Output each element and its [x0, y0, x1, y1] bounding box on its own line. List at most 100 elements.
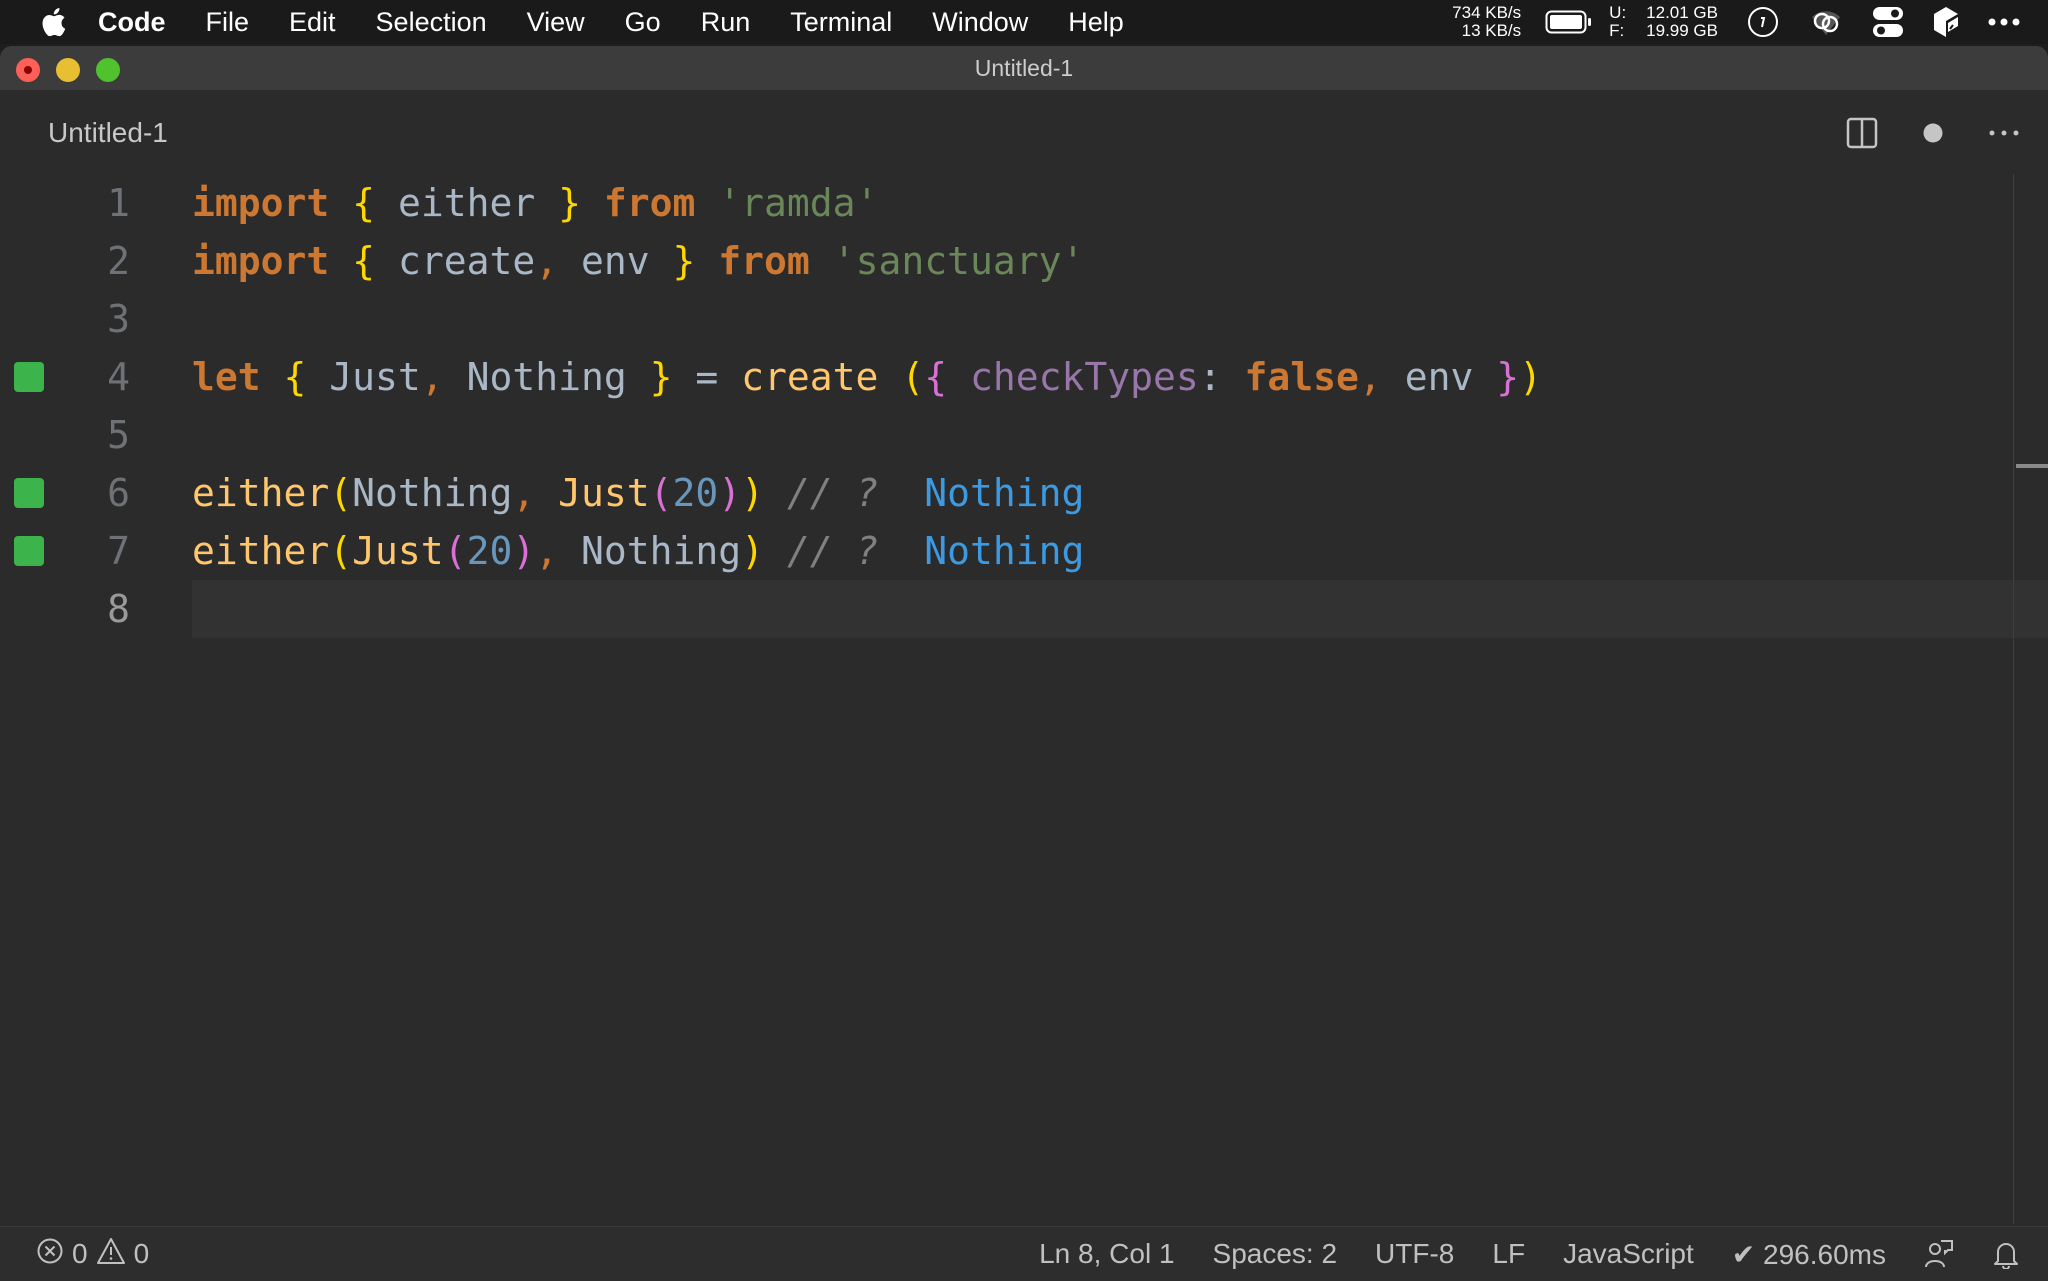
app-extension-icon[interactable] — [1932, 6, 1960, 38]
encoding-setting[interactable]: UTF-8 — [1375, 1238, 1454, 1270]
menu-selection[interactable]: Selection — [376, 7, 487, 38]
error-icon — [36, 1237, 64, 1272]
code-token: either — [192, 529, 330, 573]
code-token: Just — [306, 355, 421, 399]
code-token: } — [672, 239, 696, 283]
code-token: ) — [741, 471, 765, 515]
wifi-link-icon[interactable] — [1808, 7, 1844, 37]
disk-free-label: F: — [1609, 21, 1625, 40]
code-line[interactable]: 8 — [0, 580, 2048, 638]
code-line[interactable]: 3 — [0, 290, 2048, 348]
feedback-icon[interactable] — [1924, 1239, 1954, 1269]
zoom-window-button[interactable] — [96, 58, 120, 82]
menu-edit[interactable]: Edit — [289, 7, 336, 38]
code-editor[interactable]: 1 import { either } from 'ramda' 2 import {… — [0, 174, 2048, 1224]
comment-token: // ? — [786, 471, 879, 515]
menu-view[interactable]: View — [527, 7, 585, 38]
line-code: either(Nothing, Just(20)) // ? Nothing — [192, 471, 1084, 515]
code-token: , — [535, 529, 559, 573]
code-token: Just — [558, 471, 650, 515]
notifications-bell-icon[interactable] — [1992, 1239, 2020, 1269]
warning-icon — [96, 1237, 126, 1272]
coverage-marker-icon[interactable] — [14, 362, 44, 392]
menu-terminal[interactable]: Terminal — [790, 7, 892, 38]
coverage-marker-icon[interactable] — [14, 478, 44, 508]
split-editor-button[interactable] — [1846, 117, 1878, 149]
code-line[interactable]: 6 either(Nothing, Just(20)) // ? Nothing — [0, 464, 2048, 522]
code-token: ( — [443, 529, 467, 573]
editor-tab-bar: Untitled-1 — [0, 90, 2048, 176]
code-token: create — [375, 239, 536, 283]
line-number: 4 — [107, 355, 130, 399]
line-code: import { either } from 'ramda' — [192, 181, 878, 225]
tab-untitled-1[interactable]: Untitled-1 — [48, 117, 168, 149]
code-token: Nothing — [352, 471, 513, 515]
code-token: ( — [329, 471, 353, 515]
menu-file[interactable]: File — [206, 7, 250, 38]
disk-usage-widget[interactable]: U: F: 12.01 GB 19.99 GB — [1609, 4, 1718, 40]
code-token: env — [1381, 355, 1497, 399]
code-token: import — [192, 239, 330, 283]
code-token: , — [535, 239, 559, 283]
network-speed-widget[interactable]: 734 KB/s 13 KB/s — [1452, 4, 1521, 40]
network-upload-speed: 734 KB/s — [1452, 3, 1522, 22]
code-line[interactable]: 2 import { create, env } from 'sanctuary' — [0, 232, 2048, 290]
problems-indicator[interactable]: 0 0 — [36, 1237, 157, 1272]
code-line[interactable]: 1 import { either } from 'ramda' — [0, 174, 2048, 232]
more-actions-button[interactable] — [1988, 129, 2020, 137]
line-code: either(Just(20), Nothing) // ? Nothing — [192, 529, 1084, 573]
indentation-setting[interactable]: Spaces: 2 — [1213, 1238, 1338, 1270]
line-code: import { create, env } from 'sanctuary' — [192, 239, 1084, 283]
code-token: import — [192, 181, 330, 225]
menu-help[interactable]: Help — [1068, 7, 1124, 38]
menu-window[interactable]: Window — [932, 7, 1028, 38]
network-download-speed: 13 KB/s — [1461, 21, 1522, 40]
code-line[interactable]: 4 let { Just, Nothing } = create ({ check… — [0, 348, 2048, 406]
code-token: , — [1358, 355, 1382, 399]
menu-run[interactable]: Run — [701, 7, 751, 38]
code-token: ( — [649, 471, 673, 515]
inline-result: Nothing — [924, 529, 1085, 573]
language-mode[interactable]: JavaScript — [1563, 1238, 1694, 1270]
scroll-position-marker[interactable] — [2016, 464, 2048, 468]
code-token: false — [1244, 355, 1359, 399]
end-of-line-setting[interactable]: LF — [1492, 1238, 1525, 1270]
clock-icon[interactable] — [1746, 5, 1780, 39]
code-token: { — [352, 181, 376, 225]
unsaved-dot-icon[interactable] — [1922, 122, 1944, 144]
code-token: checkTypes — [969, 355, 1199, 399]
code-token: ) — [741, 529, 765, 573]
error-count: 0 — [72, 1238, 88, 1269]
code-token: = — [672, 355, 742, 399]
code-line[interactable]: 5 — [0, 406, 2048, 464]
cursor-position[interactable]: Ln 8, Col 1 — [1039, 1238, 1174, 1270]
line-code: let { Just, Nothing } = create ({ checkT… — [192, 355, 1542, 399]
close-window-button[interactable] — [16, 58, 40, 82]
more-menu-icon[interactable] — [1988, 17, 2020, 27]
quokka-timing[interactable]: ✔ 296.60ms — [1732, 1238, 1886, 1271]
menu-app-code[interactable]: Code — [98, 7, 166, 38]
battery-icon[interactable] — [1545, 10, 1593, 34]
control-center-icon[interactable] — [1872, 6, 1904, 38]
overview-ruler[interactable] — [2013, 174, 2048, 1224]
minimize-window-button[interactable] — [56, 58, 80, 82]
code-token: 'ramda' — [718, 181, 879, 225]
coverage-marker-icon[interactable] — [14, 536, 44, 566]
macos-menubar: Code File Edit Selection View Go Run Ter… — [0, 0, 2048, 44]
code-token: { — [283, 355, 307, 399]
code-token: ) — [718, 471, 742, 515]
code-line[interactable]: 7 either(Just(20), Nothing) // ? Nothing — [0, 522, 2048, 580]
code-token: } — [558, 181, 581, 225]
apple-menu-icon[interactable] — [40, 7, 68, 37]
code-token: , — [420, 355, 444, 399]
code-token: ) — [1519, 355, 1542, 399]
menu-go[interactable]: Go — [625, 7, 661, 38]
